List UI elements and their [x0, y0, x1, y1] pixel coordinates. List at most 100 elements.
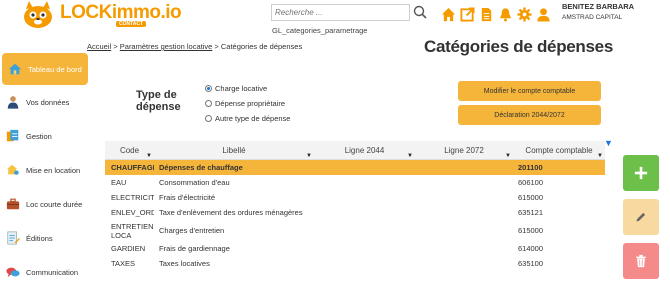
cell-code: TAXES	[111, 259, 136, 268]
table-row[interactable]: GARDIEN Frais de gardiennage 614000	[105, 241, 605, 256]
table-row[interactable]: ELECTRICIT Frais d'électricité 615000	[105, 190, 605, 205]
table-row[interactable]: ENTRETIEN LOCA Charges d'entretien 61500…	[105, 220, 605, 241]
pencil-icon	[636, 212, 646, 222]
column-header-code[interactable]: Code ▼	[105, 141, 154, 160]
radio-label: Charge locative	[215, 84, 268, 93]
filter-arrow-icon[interactable]: ▼	[306, 153, 312, 159]
filter-arrow-icon[interactable]: ▼	[407, 153, 413, 159]
sidebar-item-vos-donnees[interactable]: Vos données	[0, 85, 90, 119]
table-row[interactable]: EAU Consommation d'eau 606100	[105, 175, 605, 190]
sidebar-item-loc-courte-duree[interactable]: Loc courte durée	[0, 187, 90, 221]
cell-code: ENLEV_ORD	[111, 208, 154, 217]
logo-badge: CONTACT	[116, 21, 147, 27]
key-house-icon	[4, 161, 22, 179]
column-header-libelle[interactable]: Libellé ▼	[154, 141, 314, 160]
gear-icon[interactable]	[515, 5, 533, 23]
logo-suffix: .io	[160, 2, 182, 23]
type-depense-label-line2: dépense	[136, 101, 181, 113]
cell-libelle: Taxes locatives	[159, 259, 210, 268]
breadcrumb: Accueil > Paramètres gestion locative > …	[87, 42, 302, 51]
page-identifier: GL_categories_parametrage	[272, 26, 368, 35]
radio-depense-proprietaire[interactable]: Dépense propriétaire	[205, 96, 290, 111]
radio-button[interactable]	[205, 100, 212, 107]
filter-arrow-icon[interactable]: ▼	[505, 153, 511, 159]
delete-button[interactable]	[623, 243, 659, 279]
cell-compte: 635100	[518, 259, 544, 268]
categories-table: Code ▼ Libellé ▼ Ligne 2044 ▼ Ligne 2072 ▼ C…	[105, 141, 605, 271]
cell-libelle: Charges d'entretien	[159, 226, 225, 235]
radio-charge-locative[interactable]: Charge locative	[205, 81, 290, 96]
user-company: AMSTRAD CAPITAL	[562, 14, 623, 21]
search-icon[interactable]	[413, 5, 427, 19]
home-icon[interactable]	[439, 5, 457, 23]
folders-icon	[4, 127, 22, 145]
user-icon[interactable]	[534, 5, 552, 23]
logo[interactable]: LOCKimmo.io CONTACT	[8, 0, 182, 30]
sidebar-item-label: Éditions	[26, 233, 53, 243]
user-name[interactable]: BENITEZ BARBARA	[562, 2, 634, 11]
radio-autre-type[interactable]: Autre type de dépense	[205, 111, 290, 126]
table-row[interactable]: CHAUFFAGE Dépenses de chauffage 201100	[105, 160, 605, 175]
trash-icon	[636, 254, 646, 268]
column-header-label: Code	[119, 146, 140, 155]
sidebar-item-label: Communication	[26, 267, 79, 277]
radio-label: Autre type de dépense	[215, 114, 291, 123]
sidebar-item-gestion[interactable]: Gestion	[0, 119, 90, 153]
table-header: Code ▼ Libellé ▼ Ligne 2044 ▼ Ligne 2072 ▼ C…	[105, 141, 605, 160]
top-toolbar	[439, 5, 552, 23]
external-link-icon[interactable]	[458, 5, 476, 23]
table-row[interactable]: ENLEV_ORD Taxe d'enlèvement des ordures …	[105, 205, 605, 220]
chat-icon	[4, 263, 22, 281]
column-header-label: Libellé	[222, 146, 246, 155]
filter-arrow-icon[interactable]: ▼	[597, 153, 603, 159]
page-title: Catégories de dépenses	[424, 37, 613, 56]
column-header-ligne-2072[interactable]: Ligne 2072 ▼	[415, 141, 513, 160]
breadcrumb-current: Catégories de dépenses	[220, 42, 303, 51]
sidebar-item-communication[interactable]: Communication	[0, 255, 90, 282]
type-depense-radio-group: Charge locative Dépense propriétaire Aut…	[205, 81, 290, 126]
breadcrumb-home-link[interactable]: Accueil	[87, 42, 111, 51]
radio-button[interactable]	[205, 115, 212, 122]
cell-compte: 615000	[518, 193, 544, 202]
cell-libelle: Frais de gardiennage	[159, 244, 230, 253]
cell-code: ELECTRICIT	[111, 193, 154, 202]
sidebar-item-label: Loc courte durée	[26, 199, 83, 209]
document-icon[interactable]	[477, 5, 495, 23]
modify-account-button[interactable]: Modifier le compte comptable	[458, 81, 601, 101]
bell-icon[interactable]	[496, 5, 514, 23]
filter-arrow-icon[interactable]: ▼	[146, 153, 152, 159]
breadcrumb-separator: >	[214, 42, 219, 51]
cell-code: CHAUFFAGE	[111, 163, 154, 172]
chevron-down-icon[interactable]: ▼	[604, 138, 613, 148]
cell-compte: 614000	[518, 244, 544, 253]
edit-doc-icon	[4, 229, 22, 247]
sidebar: Tableau de bord Vos données Gestion Mise…	[0, 53, 90, 282]
add-button[interactable]	[623, 155, 659, 191]
cell-libelle: Consommation d'eau	[159, 178, 230, 187]
column-header-compte[interactable]: Compte comptable ▼	[513, 141, 605, 160]
sidebar-item-label: Gestion	[26, 131, 52, 141]
cell-compte: 606100	[518, 178, 544, 187]
sidebar-item-editions[interactable]: Éditions	[0, 221, 90, 255]
house-icon	[6, 60, 24, 78]
cell-code: EAU	[111, 178, 127, 187]
cell-libelle: Dépenses de chauffage	[159, 163, 243, 172]
breadcrumb-params-link[interactable]: Paramètres gestion locative	[120, 42, 213, 51]
cell-libelle: Taxe d'enlèvement des ordures ménagères	[159, 208, 303, 217]
sidebar-item-label: Mise en location	[26, 165, 81, 175]
plus-icon	[634, 166, 648, 180]
radio-button-checked[interactable]	[205, 85, 212, 92]
cat-mascot-icon	[24, 1, 52, 28]
edit-button[interactable]	[623, 199, 659, 235]
cell-compte: 635121	[518, 208, 544, 217]
sidebar-item-tableau-de-bord[interactable]: Tableau de bord	[2, 53, 88, 85]
declaration-button[interactable]: Déclaration 2044/2072	[458, 105, 601, 125]
suitcase-icon	[4, 195, 22, 213]
column-header-ligne-2044[interactable]: Ligne 2044 ▼	[314, 141, 415, 160]
type-depense-label-line1: Type de	[136, 89, 177, 101]
search-input[interactable]	[271, 4, 410, 21]
type-depense-label: Type de dépense	[136, 89, 196, 113]
table-row[interactable]: TAXES Taxes locatives 635100	[105, 256, 605, 271]
sidebar-item-mise-en-location[interactable]: Mise en location	[0, 153, 90, 187]
cell-code: GARDIEN	[111, 244, 146, 253]
